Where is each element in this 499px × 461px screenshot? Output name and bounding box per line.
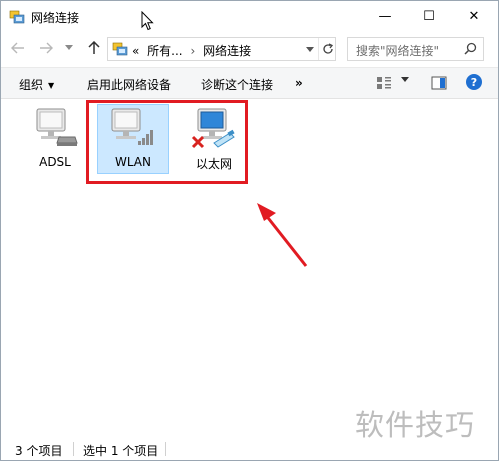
preview-pane-icon[interactable]	[431, 75, 447, 91]
minimize-icon: —	[378, 9, 392, 24]
explorer-window: 网络连接 — ☐ ✕ « 所有... › 网络连接 搜索"网络连接" 组织 ▼ …	[0, 0, 499, 461]
maximize-button[interactable]: ☐	[406, 1, 452, 32]
arrow-up-icon	[88, 41, 100, 54]
back-button[interactable]	[9, 38, 27, 58]
refresh-icon	[322, 43, 333, 54]
minimize-button[interactable]: —	[362, 1, 408, 32]
window-title: 网络连接	[31, 11, 80, 25]
arrow-left-icon	[11, 42, 24, 54]
network-connections-icon	[9, 10, 25, 24]
file-list: ADSL WLAN 以太网 软件技巧	[1, 100, 498, 442]
command-bar: 组织 ▼ 启用此网络设备 诊断这个连接 » ?	[1, 67, 498, 99]
breadcrumb: « 所有... › 网络连接	[132, 42, 255, 59]
enable-device-button[interactable]: 启用此网络设备	[87, 76, 171, 93]
connection-label: ADSL	[39, 155, 71, 169]
close-icon: ✕	[468, 9, 480, 24]
address-dropdown-button[interactable]	[302, 38, 318, 60]
breadcrumb-item-all[interactable]: 所有...	[147, 44, 182, 58]
status-bar: 3 个项目 选中 1 个项目	[1, 438, 498, 460]
refresh-button[interactable]	[318, 38, 336, 60]
help-icon: ?	[470, 75, 478, 89]
item-count: 3 个项目	[15, 444, 63, 458]
address-bar[interactable]: « 所有... › 网络连接	[107, 37, 336, 61]
recent-locations-button[interactable]	[63, 38, 75, 58]
change-view-icon[interactable]	[376, 75, 392, 91]
chevron-down-icon	[306, 46, 314, 52]
title-bar: 网络连接 — ☐ ✕	[1, 1, 498, 32]
network-connections-icon	[112, 42, 128, 56]
caret-down-icon: ▼	[48, 81, 55, 90]
search-box[interactable]: 搜索"网络连接"	[347, 37, 484, 61]
diagnose-button[interactable]: 诊断这个连接	[201, 76, 273, 93]
up-button[interactable]	[85, 38, 103, 58]
maximize-icon: ☐	[423, 9, 435, 24]
selected-count: 选中 1 个项目	[83, 444, 159, 458]
navigation-bar: « 所有... › 网络连接 搜索"网络连接"	[1, 34, 498, 64]
view-options-chevron-icon[interactable]	[401, 77, 409, 82]
status-divider	[73, 442, 74, 456]
breadcrumb-item-network[interactable]: 网络连接	[203, 44, 251, 58]
mouse-cursor-icon	[141, 11, 154, 31]
breadcrumb-separator[interactable]: ›	[190, 44, 195, 58]
search-icon	[464, 42, 477, 55]
organize-button[interactable]: 组织 ▼	[19, 76, 54, 93]
breadcrumb-overflow[interactable]: «	[132, 44, 139, 58]
arrow-right-icon	[40, 42, 53, 54]
annotation-highlight-box	[86, 100, 248, 184]
help-button[interactable]: ?	[466, 74, 482, 90]
chevron-down-icon	[65, 45, 73, 50]
connection-item-adsl[interactable]: ADSL	[23, 105, 87, 175]
more-commands-button[interactable]: »	[295, 76, 303, 90]
close-button[interactable]: ✕	[451, 1, 497, 32]
search-input[interactable]: 搜索"网络连接"	[356, 42, 439, 59]
organize-label: 组织	[19, 78, 44, 92]
dialup-connection-icon	[36, 108, 78, 146]
status-divider	[165, 442, 166, 456]
forward-button[interactable]	[37, 38, 55, 58]
